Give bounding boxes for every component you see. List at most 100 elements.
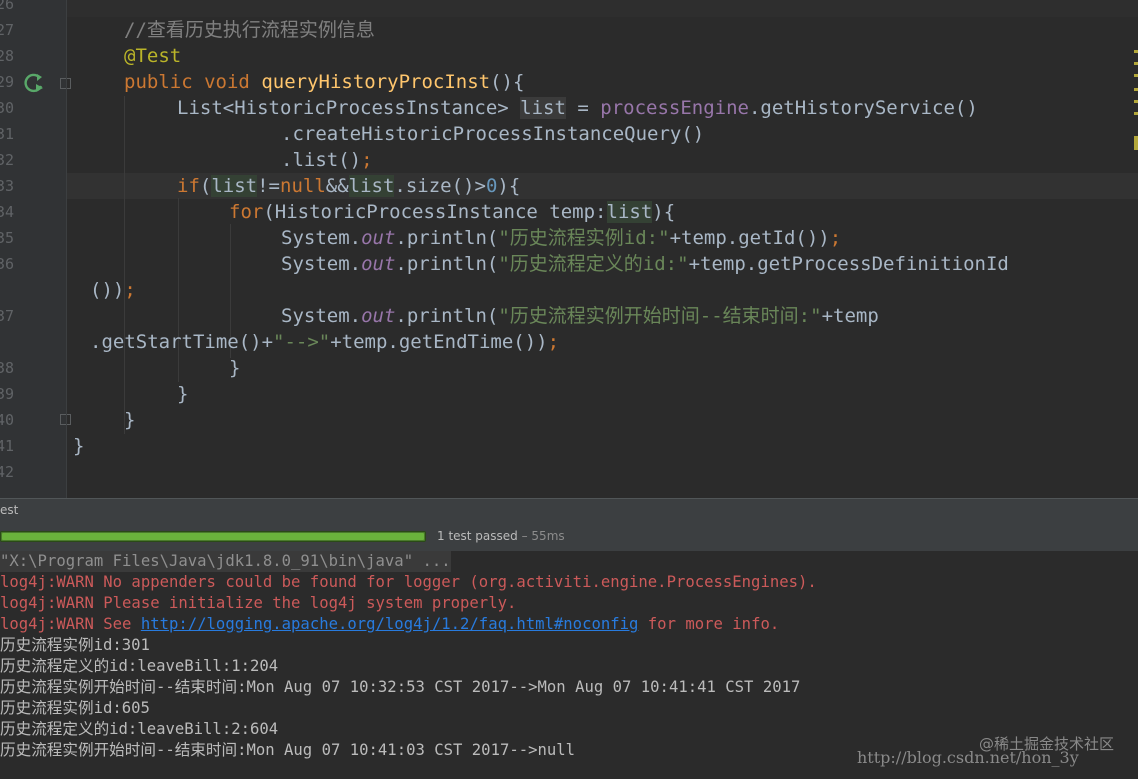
tool-window-title[interactable]: est	[0, 503, 18, 517]
code-editor[interactable]: 26 27 28 29 30 31 32 33 34 35 36 37 38 3…	[0, 0, 1138, 498]
line-number: 30	[0, 99, 15, 117]
line-number: 32	[0, 151, 15, 169]
code-line-36-wrap[interactable]: ());	[90, 277, 136, 303]
console-link[interactable]: http://logging.apache.org/log4j/1.2/faq.…	[141, 615, 639, 633]
test-passed-text: 1 test passed	[437, 529, 518, 543]
code-line-32[interactable]: .list();	[281, 147, 373, 173]
keyword: null	[280, 175, 326, 197]
line-number: 42	[0, 463, 15, 481]
test-status-bar: 1 test passed – 55ms	[0, 522, 1138, 551]
code-text: +temp.getId())	[669, 227, 830, 249]
semicolon: ;	[361, 149, 373, 171]
code-line-30[interactable]: List<HistoricProcessInstance> list = pro…	[177, 95, 978, 121]
line-number: 41	[0, 437, 15, 455]
closing-brace: }	[73, 435, 85, 457]
variable-list: list	[606, 201, 653, 223]
code-text: !=	[257, 175, 280, 197]
code-line-33[interactable]: if(list!=null&&list.size()>0){	[177, 173, 520, 199]
code-text: (){	[490, 71, 525, 93]
code-line-37-wrap[interactable]: .getStartTime()+"-->"+temp.getEndTime())…	[90, 329, 559, 355]
code-text: System.	[281, 305, 362, 327]
code-line-40[interactable]: }	[124, 407, 135, 433]
code-text: ){	[497, 175, 521, 197]
line-number: 39	[0, 385, 15, 403]
line-number: 40	[0, 411, 15, 429]
closing-brace: }	[229, 357, 241, 379]
code-line-27[interactable]: //查看历史执行流程实例信息	[124, 17, 375, 43]
code-text: .println(	[395, 305, 499, 327]
code-text: .println(	[395, 227, 499, 249]
code-line-31[interactable]: .createHistoricProcessInstanceQuery()	[281, 121, 704, 147]
console-line-warn: log4j:WARN Please initialize the log4j s…	[0, 594, 517, 612]
console-line: 历史流程实例id:605	[0, 699, 150, 717]
console-text: log4j:WARN See	[0, 615, 141, 633]
console-text: for more info.	[638, 615, 780, 633]
console-line: 历史流程实例id:301	[0, 636, 150, 654]
line-number: 31	[0, 125, 15, 143]
console-line-warn: log4j:WARN See http://logging.apache.org…	[0, 614, 779, 635]
keyword: if	[177, 175, 200, 197]
number-literal: 0	[485, 175, 498, 197]
code-line-38[interactable]: }	[229, 355, 240, 381]
gutter-divider	[66, 0, 67, 498]
run-test-icon[interactable]	[24, 72, 46, 94]
test-progress-bar	[0, 531, 426, 542]
code-text: ())	[90, 279, 125, 301]
run-tool-window-header[interactable]: est	[0, 498, 1138, 522]
code-annotation: @Test	[124, 45, 182, 67]
string-literal: "-->"	[273, 331, 331, 353]
static-field: out	[361, 253, 396, 275]
code-text: ){	[652, 201, 676, 223]
code-line-39[interactable]: }	[177, 381, 188, 407]
line-number: 29	[0, 73, 15, 91]
line-number: 37	[0, 307, 15, 325]
code-text: +temp.getEndTime())	[330, 331, 548, 353]
code-line-36[interactable]: System.out.println("历史流程定义的id:"+temp.get…	[281, 251, 1009, 277]
method-name: queryHistoryProcInst	[261, 71, 491, 93]
stripe-mark[interactable]	[1134, 74, 1138, 77]
stripe-mark[interactable]	[1134, 136, 1138, 150]
stripe-mark[interactable]	[1134, 100, 1138, 103]
closing-brace: }	[124, 409, 136, 431]
semicolon: ;	[124, 279, 136, 301]
code-line-29[interactable]: public void queryHistoryProcInst(){	[124, 69, 524, 95]
code-text: .println(	[395, 253, 499, 275]
code-comment: //查看历史执行流程实例信息	[124, 19, 375, 41]
console-line-command[interactable]: "X:\Program Files\Java\jdk1.8.0_91\bin\j…	[0, 551, 451, 572]
line-number: 28	[0, 47, 15, 65]
code-line-34[interactable]: for(HistoricProcessInstance temp:list){	[229, 199, 675, 225]
code-line-41[interactable]: }	[73, 433, 84, 459]
test-duration: – 55ms	[517, 529, 565, 543]
line-number: 38	[0, 359, 15, 377]
code-line-37[interactable]: System.out.println("历史流程实例开始时间--结束时间:"+t…	[281, 303, 879, 329]
test-result-summary: 1 test passed – 55ms	[437, 529, 565, 543]
console-output[interactable]: "X:\Program Files\Java\jdk1.8.0_91\bin\j…	[0, 551, 1138, 779]
code-line-35[interactable]: System.out.println("历史流程实例id:"+temp.getI…	[281, 225, 841, 251]
line-number: 26	[0, 0, 15, 13]
line-separator	[67, 0, 1138, 17]
code-text: System.	[281, 227, 362, 249]
line-number: 34	[0, 203, 15, 221]
keyword: for	[229, 201, 264, 223]
line-number: 27	[0, 21, 15, 39]
stripe-mark[interactable]	[1134, 112, 1138, 115]
variable-list: list	[348, 175, 395, 197]
error-stripe[interactable]	[1134, 0, 1138, 498]
line-number: 36	[0, 255, 15, 273]
code-text: System.	[281, 253, 362, 275]
closing-brace: }	[177, 383, 189, 405]
code-text: .getHistoryService()	[748, 97, 978, 119]
code-text: =	[565, 97, 601, 119]
string-literal: "历史流程定义的id:"	[498, 253, 689, 275]
console-line: 历史流程定义的id:leaveBill:1:204	[0, 657, 279, 675]
code-text: (	[199, 175, 212, 197]
stripe-mark[interactable]	[1134, 88, 1138, 91]
stripe-mark[interactable]	[1134, 50, 1138, 53]
string-literal: "历史流程实例开始时间--结束时间:"	[498, 305, 822, 327]
test-progress-fill	[2, 533, 424, 540]
variable-list: list	[211, 175, 258, 197]
semicolon: ;	[547, 331, 560, 353]
code-line-28[interactable]: @Test	[124, 43, 181, 69]
console-line: 历史流程实例开始时间--结束时间:Mon Aug 07 10:41:03 CST…	[0, 741, 576, 759]
stripe-mark[interactable]	[1134, 62, 1138, 65]
